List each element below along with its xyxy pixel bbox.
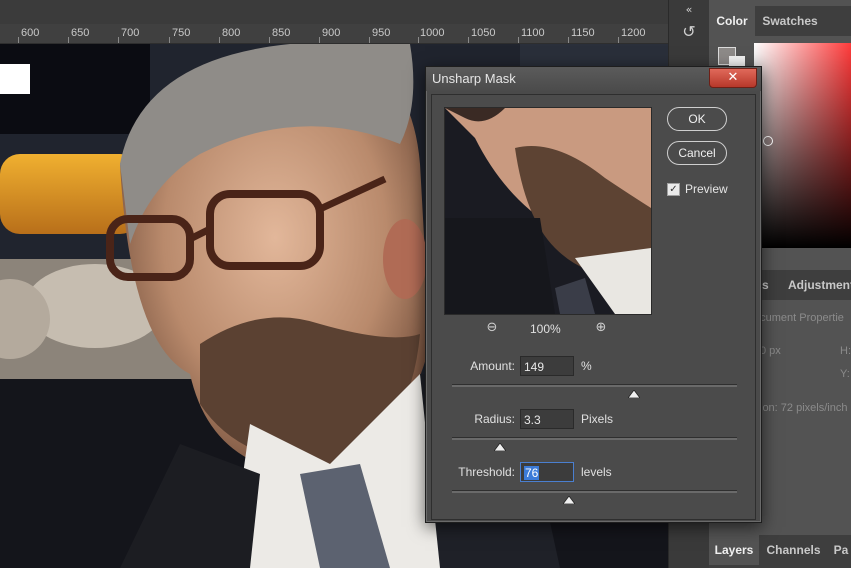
radius-slider-thumb[interactable] — [494, 443, 507, 451]
ok-button[interactable]: OK — [667, 107, 727, 131]
amount-input[interactable]: 149 — [520, 356, 574, 376]
threshold-input[interactable]: 76 — [520, 462, 574, 482]
threshold-value-selected: 76 — [524, 466, 540, 480]
checkbox-check-icon: ✓ — [669, 184, 678, 195]
properties-h: H: — [840, 345, 851, 357]
tab-swatches[interactable]: Swatches — [755, 6, 825, 36]
properties-title: ocument Propertie — [754, 312, 844, 324]
rotate-history-icon[interactable]: ↺ — [679, 22, 699, 42]
radius-input[interactable]: 3.3 — [520, 409, 574, 429]
color-picker-cursor[interactable] — [763, 136, 773, 146]
dialog-title: Unsharp Mask — [432, 71, 516, 86]
ruler-label: 700 — [121, 27, 140, 39]
zoom-in-icon[interactable]: ⊕ — [593, 320, 609, 336]
amount-label: Amount: — [470, 359, 515, 373]
preview-label: Preview — [685, 182, 728, 196]
zoom-out-icon[interactable]: ⊖ — [484, 320, 500, 336]
document-tab-strip — [0, 0, 668, 24]
ruler-label: 1000 — [420, 27, 445, 39]
dialog-titlebar[interactable]: Unsharp Mask ✕ — [426, 67, 761, 91]
properties-resolution: ion: 72 pixels/inch — [760, 402, 848, 414]
properties-width: 0 px — [760, 345, 781, 357]
tab-channels[interactable]: Channels — [761, 535, 826, 565]
collapse-arrows-icon[interactable]: « — [679, 0, 699, 20]
tab-adjustments[interactable]: Adjustment — [787, 270, 851, 300]
amount-slider-thumb[interactable] — [628, 390, 641, 398]
tab-paths[interactable]: Pa — [831, 535, 851, 565]
layers-panel-tabbar: Layers Channels Pa — [709, 535, 851, 568]
ruler-label: 850 — [272, 27, 291, 39]
ruler-label: 600 — [21, 27, 40, 39]
horizontal-ruler: 600 650 700 750 800 850 900 950 1000 105… — [0, 24, 668, 44]
cancel-button[interactable]: Cancel — [667, 141, 727, 165]
filter-preview[interactable] — [444, 107, 652, 315]
amount-slider-track[interactable] — [452, 384, 737, 387]
threshold-unit: levels — [581, 465, 612, 479]
ruler-label: 750 — [172, 27, 191, 39]
ruler-label: 1200 — [621, 27, 646, 39]
color-panel-tabbar: Color Swatches — [709, 6, 851, 36]
threshold-slider-track[interactable] — [452, 490, 737, 493]
threshold-slider-thumb[interactable] — [562, 496, 575, 504]
amount-unit: % — [581, 359, 592, 373]
ruler-label: 650 — [71, 27, 90, 39]
dialog-body: OK Cancel ✓ Preview ⊖ 100% ⊕ Amount: 149… — [431, 94, 756, 520]
radius-slider-track[interactable] — [452, 437, 737, 440]
radius-unit: Pixels — [581, 412, 614, 426]
ruler-label: 800 — [222, 27, 241, 39]
ruler-label: 1100 — [521, 27, 545, 39]
zoom-level: 100% — [530, 322, 561, 336]
tab-layers[interactable]: Layers — [709, 535, 759, 565]
threshold-label: Threshold: — [458, 465, 515, 479]
tab-color[interactable]: Color — [709, 6, 755, 36]
ruler-label: 900 — [322, 27, 341, 39]
ruler-label: 1050 — [471, 27, 496, 39]
unsharp-mask-dialog: Unsharp Mask ✕ OK Cancel ✓ Preview ⊖ 100… — [425, 66, 762, 523]
ruler-label: 1150 — [571, 27, 595, 39]
close-icon[interactable]: ✕ — [709, 68, 757, 88]
properties-y: Y: — [840, 368, 850, 380]
preview-image — [445, 108, 651, 314]
radius-label: Radius: — [474, 412, 515, 426]
preview-checkbox[interactable]: ✓ — [667, 183, 680, 196]
ruler-label: 950 — [372, 27, 391, 39]
